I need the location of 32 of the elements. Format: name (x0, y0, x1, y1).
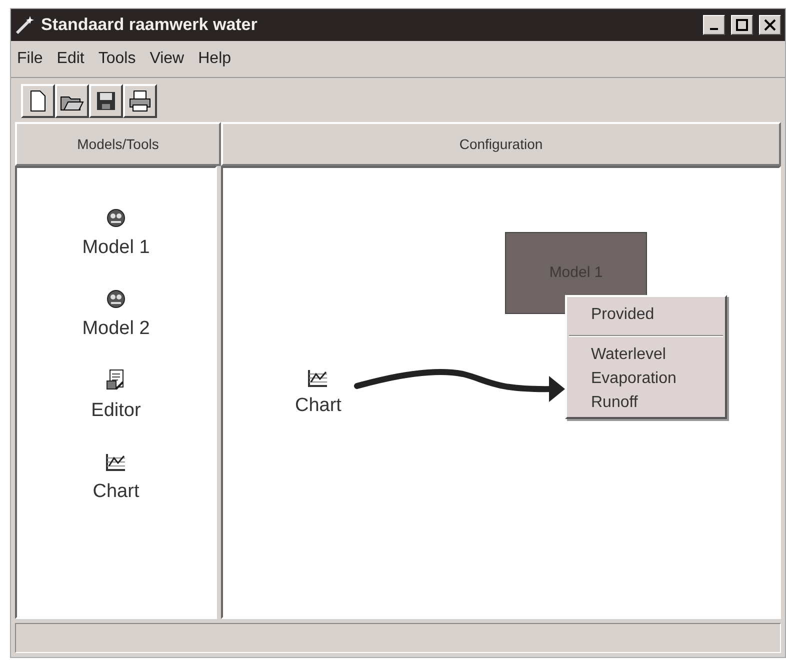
palette-label[interactable]: Editor (91, 397, 141, 426)
new-file-icon[interactable] (21, 84, 55, 118)
panel-header: Configuration (221, 122, 781, 166)
print-icon[interactable] (123, 84, 157, 118)
close-button[interactable] (759, 15, 781, 35)
chart-icon[interactable] (307, 368, 330, 388)
menu-item[interactable]: View (150, 47, 184, 71)
menu-item[interactable]: File (17, 47, 43, 71)
palette-label[interactable]: Model 2 (82, 314, 150, 343)
model-icon[interactable] (106, 208, 126, 228)
close-icon (764, 19, 776, 31)
menu-item[interactable]: Tools (98, 47, 136, 71)
palette-label[interactable]: Chart (92, 478, 140, 506)
editor-icon[interactable] (106, 369, 126, 391)
save-icon[interactable] (89, 84, 123, 118)
menu-item[interactable]: Help (198, 47, 232, 71)
menu-item[interactable]: Runoff (567, 391, 725, 415)
menu-item[interactable]: Waterlevel (567, 343, 725, 367)
panel-header: Models/Tools (15, 122, 221, 166)
open-folder-icon[interactable] (55, 84, 89, 118)
model-icon[interactable] (106, 288, 126, 308)
menu-item[interactable]: Evaporation (567, 367, 725, 391)
wand-icon (15, 15, 35, 35)
menu-item[interactable]: Edit (56, 47, 84, 71)
palette-label[interactable]: Model 1 (82, 234, 150, 262)
chart-label[interactable]: Chart (295, 392, 342, 420)
chart-icon[interactable] (105, 452, 127, 472)
maximize-button[interactable] (731, 15, 753, 35)
window-title: Standaard raamwerk water (41, 14, 258, 36)
minimize-button[interactable] (703, 15, 725, 35)
maximize-icon (736, 19, 748, 31)
minimize-icon (710, 28, 718, 30)
